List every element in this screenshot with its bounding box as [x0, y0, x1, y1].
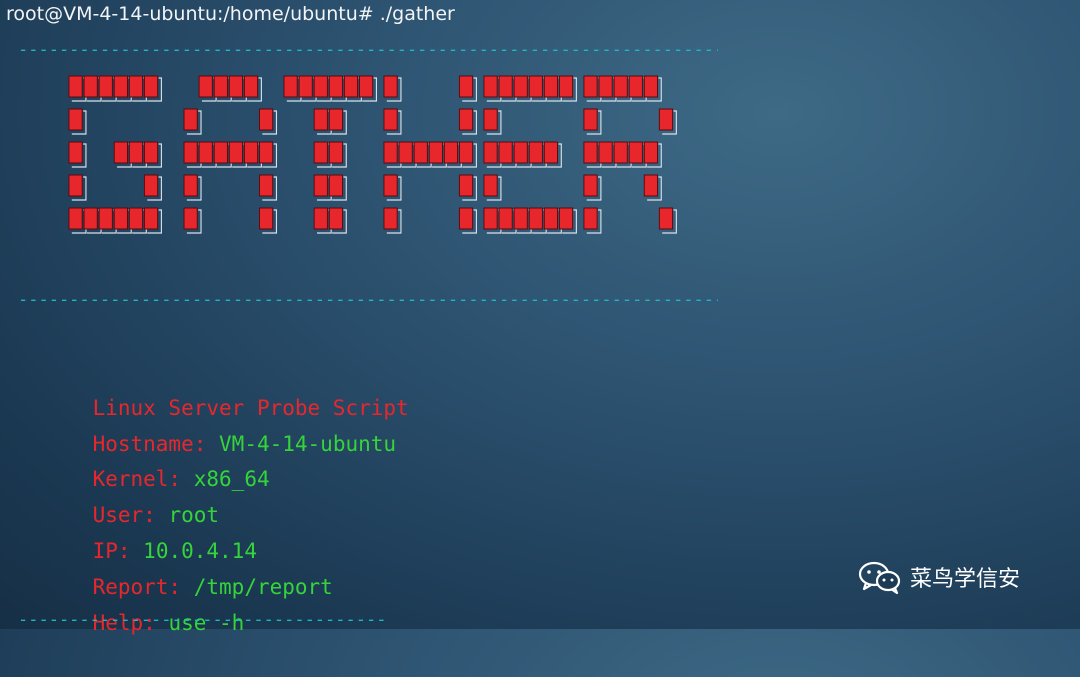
watermark: 菜鸟学信安: [858, 560, 1020, 594]
user-label: User:: [92, 503, 156, 528]
separator-middle: ----------------------------------------…: [18, 292, 718, 308]
user-value: root: [168, 503, 220, 528]
kernel-value: x86_64: [193, 467, 270, 492]
hostname-value: VM-4-14-ubuntu: [219, 431, 397, 456]
terminal-prompt: root@VM-4-14-ubuntu:/home/ubuntu# ./gath…: [6, 3, 455, 25]
info-title-line: Linux Server Probe Script: [42, 355, 409, 420]
ip-label: IP:: [92, 538, 131, 563]
ascii-banner: [52, 70, 692, 280]
hostname-label: Hostname:: [92, 431, 207, 456]
watermark-text: 菜鸟学信安: [910, 567, 1021, 592]
wechat-icon: [858, 561, 901, 594]
info-block: Linux Server Probe Script Hostname: VM-4…: [42, 355, 409, 635]
kernel-label: Kernel:: [92, 467, 182, 492]
ascii-banner-art: [68, 75, 677, 234]
info-title: Linux Server Probe Script: [92, 395, 409, 420]
separator-bottom: ------------------------------------: [18, 612, 387, 628]
report-value: /tmp/report: [193, 574, 333, 599]
separator-top: ----------------------------------------…: [18, 42, 718, 58]
ip-value: 10.0.4.14: [143, 538, 257, 563]
report-label: Report:: [92, 574, 182, 599]
